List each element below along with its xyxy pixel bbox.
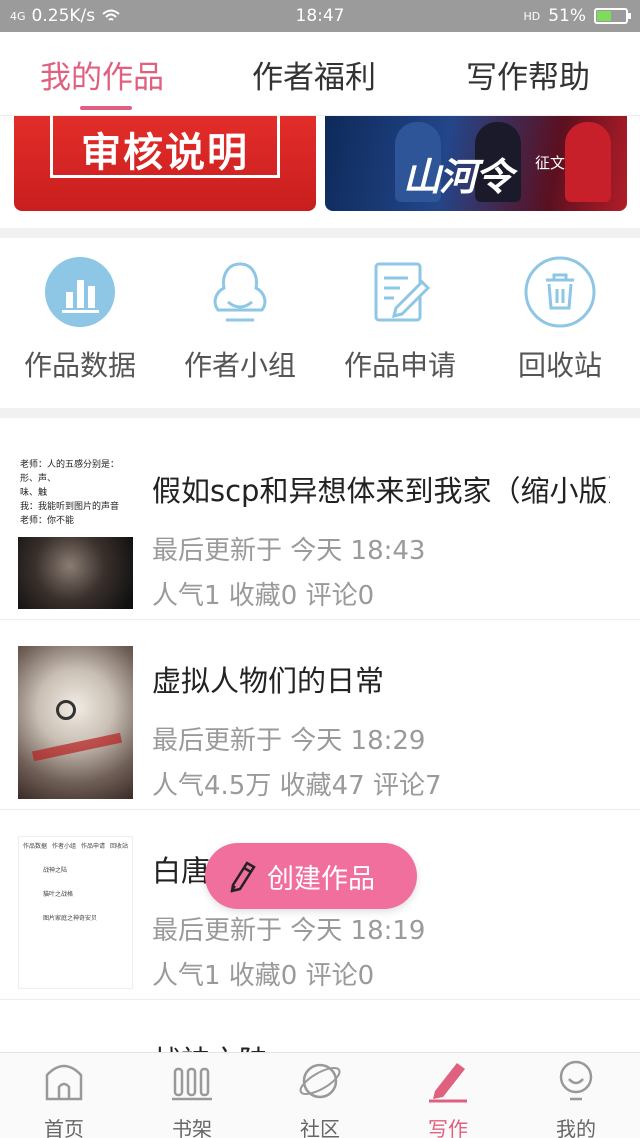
character-glasses: [56, 700, 76, 720]
quick-work-data[interactable]: 作品数据: [5, 256, 155, 384]
planet-icon: [299, 1063, 341, 1099]
cover-text: 战神之陆: [43, 867, 68, 874]
cover-text: 作者小组: [51, 843, 76, 850]
nav-bookshelf[interactable]: 书架: [142, 1057, 242, 1138]
work-updated: 最后更新于 今天 18:29: [152, 726, 426, 756]
tab-my-works[interactable]: 我的作品: [40, 52, 164, 97]
tab-author-benefits[interactable]: 作者福利: [252, 52, 376, 97]
cover-text: 老师：人的五感分别是：形、声、: [20, 460, 120, 484]
divider: [0, 228, 640, 238]
work-updated: 最后更新于 今天 18:43: [152, 536, 426, 566]
banner-left-text: 审核说明: [81, 130, 249, 176]
profile-icon: [559, 1060, 593, 1101]
battery-icon: [594, 8, 631, 24]
cover-text: 图片家庭之神奇安贝: [43, 915, 98, 922]
work-stats: 人气4.5万 收藏47 评论7: [152, 771, 442, 801]
create-work-label: 创建作品: [267, 863, 375, 895]
horror-face-image: [18, 537, 133, 609]
cover-text: 我：我能听到图片的声音: [20, 502, 120, 512]
bookshelf-icon: [172, 1067, 212, 1101]
battery-percent: 51%: [548, 6, 586, 26]
quick-label: 作品申请: [343, 349, 456, 382]
cover-text: 作品申请: [80, 843, 105, 850]
nav-label: 我的: [556, 1117, 596, 1138]
cover-text: 作品数据: [23, 843, 48, 850]
quick-recycle-bin[interactable]: 回收站: [485, 256, 635, 384]
active-tab-indicator: [80, 106, 132, 110]
quick-label: 作者小组: [183, 349, 296, 382]
work-cover: 老师：人的五感分别是：形、声、 味、触 我：我能听到图片的声音 老师：你不能: [18, 456, 133, 609]
red-splash: [31, 732, 123, 762]
top-tab-bar: 我的作品 作者福利 写作帮助: [0, 32, 640, 116]
pen-icon: [429, 1063, 467, 1103]
quick-author-group[interactable]: 作者小组: [165, 256, 315, 384]
nav-label: 社区: [300, 1117, 340, 1138]
work-updated: 最后更新于 今天 18:19: [152, 916, 426, 946]
contest-banner[interactable]: 山河令 征文: [325, 116, 627, 211]
work-cover: 作品数据 作者小组 作品申请 回收站 战神之陆 貓叶之战格 图片家庭之神奇安贝: [18, 836, 133, 989]
status-bar: 4G 0.25K/s 18:47 HD 51%: [0, 0, 640, 32]
trash-icon: [524, 256, 596, 328]
work-cover: [18, 646, 133, 799]
bottom-nav: 首页 书架 社区 写作 我的: [0, 1052, 640, 1138]
cover-text: 貓叶之战格: [43, 891, 74, 898]
work-title: 假如scp和异想体来到我家（缩小版）: [152, 474, 610, 508]
cover-text: 老师：你不能: [20, 516, 75, 526]
work-stats: 人气1 收藏0 评论0: [152, 581, 375, 611]
cover-text: 味、触: [20, 488, 48, 498]
quick-actions: 作品数据 作者小组 作品申请 回收站: [0, 238, 640, 408]
work-item[interactable]: 老师：人的五感分别是：形、声、 味、触 我：我能听到图片的声音 老师：你不能 假…: [0, 430, 640, 620]
nav-profile[interactable]: 我的: [526, 1057, 626, 1138]
quick-work-apply[interactable]: 作品申请: [325, 256, 475, 384]
banner-carousel: 审核说明 山河令 征文: [0, 116, 640, 228]
nav-community[interactable]: 社区: [270, 1057, 370, 1138]
nav-label: 书架: [172, 1117, 212, 1138]
home-icon: [45, 1064, 83, 1101]
tab-writing-help[interactable]: 写作帮助: [466, 52, 590, 97]
nav-home[interactable]: 首页: [14, 1057, 114, 1138]
quick-label: 作品数据: [23, 349, 136, 382]
edit-document-icon: [374, 262, 431, 322]
hd-call-icon: HD: [523, 9, 541, 23]
pencil-icon: [230, 861, 256, 893]
banner-tag: 征文: [535, 154, 566, 172]
quick-label: 回收站: [517, 349, 602, 382]
group-icon: [213, 262, 267, 322]
create-work-button[interactable]: 创建作品: [205, 843, 417, 909]
work-item[interactable]: 虚拟人物们的日常 最后更新于 今天 18:29 人气4.5万 收藏47 评论7: [0, 620, 640, 810]
nav-label: 首页: [44, 1117, 84, 1138]
work-stats: 人气1 收藏0 评论0: [152, 961, 375, 991]
divider: [0, 408, 640, 418]
banner-calligraphy: 山河令: [403, 155, 513, 199]
bar-chart-icon: [45, 257, 115, 327]
work-title: 虚拟人物们的日常: [152, 664, 385, 698]
nav-label: 写作: [428, 1117, 468, 1138]
cover-text: 回收站: [109, 843, 128, 850]
review-guide-banner[interactable]: 审核说明: [14, 116, 316, 211]
nav-write[interactable]: 写作: [398, 1057, 498, 1138]
